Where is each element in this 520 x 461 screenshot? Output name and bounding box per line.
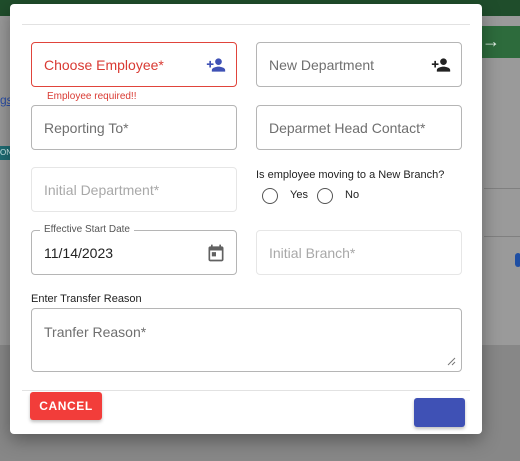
background-divider — [484, 188, 520, 189]
department-head-contact-field[interactable]: Deparmet Head Contact* — [256, 105, 462, 150]
new-department-field[interactable]: New Department — [256, 42, 462, 87]
background-arrow-icon: → — [482, 31, 500, 51]
new-department-label: New Department — [269, 57, 375, 73]
cancel-button[interactable]: CANCEL — [30, 392, 102, 420]
transfer-reason-textarea[interactable]: Tranfer Reason* — [31, 308, 462, 372]
effective-start-date-field[interactable]: Effective Start Date 11/14/2023 — [31, 224, 237, 275]
radio-no-label: No — [345, 189, 360, 201]
dialog-top-divider — [22, 24, 470, 25]
moving-branch-question: Is employee moving to a New Branch? — [256, 169, 445, 181]
dialog-bottom-divider — [22, 390, 470, 391]
reporting-to-label: Reporting To* — [44, 120, 129, 136]
transfer-reason-placeholder: Tranfer Reason* — [44, 324, 147, 340]
resize-handle-icon[interactable] — [446, 356, 456, 366]
initial-department-field: Initial Department* — [31, 167, 237, 212]
effective-start-date-label: Effective Start Date — [40, 224, 134, 235]
background-divider — [484, 236, 520, 237]
submit-button[interactable] — [414, 398, 465, 427]
effective-start-date-value: 11/14/2023 — [44, 245, 114, 261]
person-add-icon[interactable] — [206, 55, 226, 75]
radio-yes[interactable] — [262, 188, 278, 204]
reporting-to-field[interactable]: Reporting To* — [31, 105, 237, 150]
choose-employee-field[interactable]: Choose Employee* — [31, 42, 237, 87]
department-head-contact-label: Deparmet Head Contact* — [269, 120, 426, 136]
initial-branch-field: Initial Branch* — [256, 230, 462, 275]
transfer-reason-section-label: Enter Transfer Reason — [31, 293, 142, 305]
transfer-dialog: Choose Employee* Employee required!! New… — [10, 4, 482, 434]
initial-department-label: Initial Department* — [44, 182, 160, 198]
background-toggle — [515, 253, 520, 267]
calendar-icon[interactable] — [206, 243, 226, 263]
choose-employee-error: Employee required!! — [47, 91, 137, 102]
radio-no[interactable] — [317, 188, 333, 204]
choose-employee-label: Choose Employee* — [44, 57, 164, 73]
initial-branch-label: Initial Branch* — [269, 245, 356, 261]
person-add-icon[interactable] — [431, 55, 451, 75]
radio-yes-label: Yes — [290, 189, 308, 201]
